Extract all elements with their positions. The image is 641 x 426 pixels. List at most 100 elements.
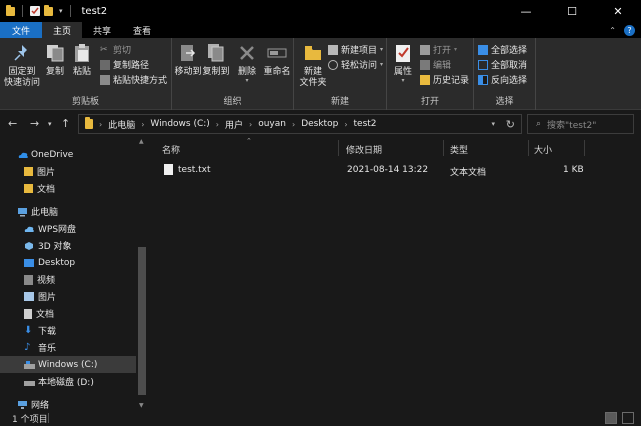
new-item-button[interactable]: 新建项目 ▾ [328,43,383,56]
clipboard-group: 固定到 快速访问 复制 粘贴 ✂ 剪切 复制路径 粘贴快捷方式 剪贴板 [0,38,172,110]
paste-shortcut-button[interactable]: 粘贴快捷方式 [100,73,167,86]
divider [584,140,585,156]
nav-item-label: 此电脑 [31,208,59,218]
back-arrow-icon[interactable]: ← [8,117,17,130]
sort-up-icon: ⌃ [246,137,252,145]
copy-button[interactable]: 复制 [44,42,66,78]
nav-item-label: 下载 [38,327,57,337]
address-dropdown-icon[interactable]: ▾ [491,120,495,128]
nav-item-desktop[interactable]: Desktop [0,254,136,271]
nav-item-onedrive-documents[interactable]: 文档 [0,180,136,197]
divider [69,5,71,17]
column-header-size[interactable]: 大小 [534,142,552,156]
delete-button[interactable]: 删除 ▾ [236,42,258,84]
easy-access-button[interactable]: 轻松访问 ▾ [328,58,383,71]
move-to-label: 移动到 [174,67,202,77]
invert-selection-button[interactable]: 反向选择 [478,73,527,86]
help-icon[interactable]: ? [624,24,635,36]
details-view-button[interactable] [605,412,617,424]
copy-path-button[interactable]: 复制路径 [100,58,149,71]
edit-label: 编辑 [433,61,452,71]
breadcrumb-ouyan[interactable]: ouyan [258,119,286,129]
table-row[interactable]: test.txt 2021-08-14 13:22 文本文档 1 KB [158,162,588,179]
tab-home[interactable]: 主页 [42,22,83,38]
scroll-down-icon[interactable]: ▼ [139,402,144,409]
scroll-thumb[interactable] [138,247,146,395]
copy-to-label: 复制到 [202,67,230,77]
address-bar[interactable]: › 此电脑 › Windows (C:) › 用户 › ouyan › Desk… [78,114,522,134]
nav-item-3d-objects[interactable]: 3D 对象 [0,237,136,254]
collapse-ribbon-icon[interactable]: ⌃ [609,26,616,35]
up-arrow-icon[interactable]: ↑ [61,117,70,130]
nav-item-wps-drive[interactable]: WPS网盘 [0,220,136,237]
move-to-button[interactable]: 移动到 [174,42,202,78]
history-button[interactable]: 历史记录 [420,73,469,86]
copy-to-button[interactable]: 复制到 [202,42,230,78]
nav-item-onedrive-pictures[interactable]: 图片 [0,163,136,180]
column-header-modified[interactable]: 修改日期 [346,142,382,156]
chevron-down-icon: ▾ [380,61,384,68]
nav-pane-scrollbar[interactable]: ▲ ▼ [136,137,148,410]
large-icons-view-button[interactable] [622,412,634,424]
pictures-icon [24,292,34,301]
chevron-right-icon: › [344,119,348,129]
scroll-up-icon[interactable]: ▲ [139,138,144,145]
maximize-button[interactable]: ☐ [549,0,595,22]
folder-icon [24,184,33,193]
nav-item-documents[interactable]: 文档 [0,305,136,322]
refresh-icon[interactable]: ↻ [506,118,515,131]
clipboard-group-label: 剪贴板 [71,97,99,107]
nav-item-music[interactable]: ♪ 音乐 [0,339,136,356]
paste-button[interactable]: 粘贴 [70,42,94,78]
new-folder-icon[interactable] [44,4,53,16]
cut-label: 剪切 [113,46,132,56]
open-button[interactable]: 打开 ▾ [420,43,457,56]
new-folder-button[interactable]: 新建 文件夹 [298,42,328,89]
chevron-down-icon[interactable]: ▾ [59,7,63,15]
rename-button[interactable]: 重命名 [262,42,292,78]
tab-view[interactable]: 查看 [122,22,162,38]
cut-button[interactable]: ✂ 剪切 [100,43,132,57]
nav-item-network[interactable]: 网络 [0,396,136,410]
properties-button[interactable]: 属性 ▾ [392,42,414,84]
copy-to-icon [205,42,227,64]
properties-check-icon[interactable] [30,6,40,16]
nav-item-onedrive[interactable]: OneDrive [0,146,136,163]
column-header-type[interactable]: 类型 [450,142,468,156]
select-all-button[interactable]: 全部选择 [478,43,527,56]
open-group: 属性 ▾ 打开 ▾ 编辑 历史记录 打开 [387,38,474,110]
breadcrumb-windows-c[interactable]: Windows (C:) [150,119,209,129]
breadcrumb-this-pc[interactable]: 此电脑 [108,118,135,131]
tab-file[interactable]: 文件 [0,22,43,38]
recent-locations-icon[interactable]: ▾ [48,120,52,128]
breadcrumb-desktop[interactable]: Desktop [301,119,338,129]
new-folder-label-2: 文件夹 [299,78,327,88]
pin-quick-access-button[interactable]: 固定到 快速访问 [4,42,40,89]
nav-item-pictures[interactable]: 图片 [0,288,136,305]
column-header-name[interactable]: 名称 [162,142,180,156]
breadcrumb-test2[interactable]: test2 [354,119,377,129]
select-none-button[interactable]: 全部取消 [478,58,527,71]
chevron-right-icon: › [215,119,219,129]
chevron-right-icon: › [99,119,103,129]
nav-item-videos[interactable]: 视频 [0,271,136,288]
forward-arrow-icon[interactable]: → [30,117,39,130]
breadcrumb-users[interactable]: 用户 [225,118,243,131]
open-icon [420,44,430,55]
close-button[interactable]: ✕ [595,0,641,22]
nav-item-this-pc[interactable]: 此电脑 [0,203,136,220]
video-icon [24,274,33,285]
edit-button[interactable]: 编辑 [420,58,451,71]
copy-icon [44,42,66,64]
nav-item-label: 图片 [38,293,57,303]
pin-label-1: 固定到 [8,67,36,77]
nav-item-local-disk-d[interactable]: 本地磁盘 (D:) [0,373,136,390]
computer-icon [17,207,27,217]
search-box[interactable]: ⌕ 搜索"test2" [527,114,634,134]
nav-item-downloads[interactable]: ⬇ 下载 [0,322,136,339]
nav-item-windows-c[interactable]: Windows (C:) [0,356,136,373]
file-type: 文本文档 [450,168,487,178]
tab-share[interactable]: 共享 [82,22,122,38]
chevron-down-icon: ▾ [454,46,458,53]
minimize-button[interactable]: — [503,0,549,22]
